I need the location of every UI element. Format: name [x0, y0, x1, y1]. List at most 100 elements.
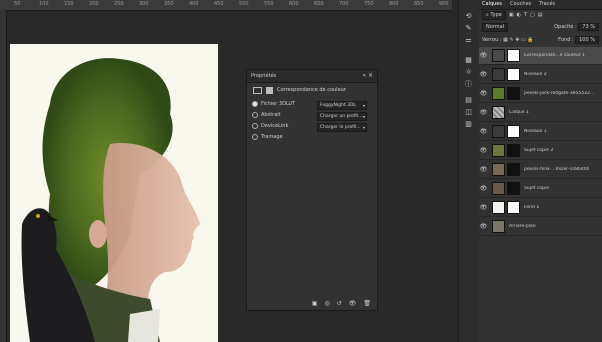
layer-mask-thumb[interactable]	[507, 163, 520, 176]
radio-devicelink[interactable]	[252, 123, 258, 129]
reset-icon[interactable]: ↺	[337, 300, 342, 307]
filter-smart-icon[interactable]: ▤	[538, 12, 543, 18]
radio-dither[interactable]	[252, 134, 258, 140]
info-icon[interactable]: ⓘ	[464, 80, 473, 88]
layer-mask-thumb[interactable]	[507, 182, 520, 195]
tab-layers[interactable]: Calques	[482, 0, 502, 9]
filter-label: Type	[490, 11, 502, 18]
channels-icon[interactable]: ▥	[464, 120, 473, 128]
image-thumb	[492, 220, 505, 233]
layer-mask-thumb[interactable]	[507, 125, 520, 138]
layer-row[interactable]: 👁 Arrière-plan	[479, 218, 602, 236]
view-previous-icon[interactable]: ◎	[324, 300, 329, 307]
layer-mask-thumb[interactable]	[507, 68, 520, 81]
filter-shape-icon[interactable]: ▢	[530, 12, 535, 18]
adjust-icon[interactable]: ⚌	[464, 36, 473, 44]
ruler-tick: 50	[14, 1, 21, 7]
tab-paths[interactable]: Tracés	[539, 0, 555, 9]
sun-icon[interactable]: ☼	[464, 68, 473, 76]
transparent-thumb	[492, 106, 505, 119]
layer-row[interactable]: 👁 Sujet copie 2	[479, 142, 602, 160]
filter-pixel-icon[interactable]: ▣	[509, 12, 514, 18]
layer-row[interactable]: 👁 Sujet copie	[479, 180, 602, 198]
layer-row[interactable]: 👁 Correspondan...e couleur 1	[479, 47, 602, 65]
opacity-input[interactable]: 73 %	[578, 22, 599, 31]
layer-name: Fond 1	[524, 205, 540, 210]
eye-icon[interactable]: 👁	[479, 166, 488, 173]
layer-mask-thumb[interactable]	[507, 144, 520, 157]
swatches-icon[interactable]: ▦	[464, 56, 473, 64]
double-exposure-artwork	[21, 58, 200, 342]
lock-label: Verrou :	[482, 37, 502, 43]
eye-icon[interactable]: 👁	[479, 223, 488, 230]
ruler-tick: 750	[364, 1, 374, 7]
layer-mask-thumb[interactable]	[507, 201, 520, 214]
layer-mask-thumb[interactable]	[507, 87, 520, 100]
eye-icon[interactable]: 👁	[479, 147, 488, 154]
tab-channels[interactable]: Couches	[510, 0, 531, 9]
adjustment-thumb	[492, 49, 505, 62]
option-dither[interactable]: Tramage	[252, 134, 283, 140]
ruler-tick: 250	[114, 1, 124, 7]
eye-icon[interactable]: 👁	[479, 185, 488, 192]
blend-row: Normal Opacité : 73 %	[482, 22, 599, 32]
eye-icon[interactable]: 👁	[479, 90, 488, 97]
layer-mask-thumb[interactable]	[507, 49, 520, 62]
fill-input[interactable]: 100 %	[575, 35, 599, 44]
eye-icon[interactable]: 👁	[479, 109, 488, 116]
adjustment-icon	[253, 86, 262, 94]
ruler-tick: 700	[339, 1, 349, 7]
layer-name: pexels-felix-...mizer-1086400	[524, 167, 590, 172]
lock-icons[interactable]: ▦ ✎ ✥ ▭ 🔒	[503, 37, 533, 43]
filter-type-icon[interactable]: T	[524, 12, 527, 18]
layer-name: Niveaux 2	[524, 72, 547, 77]
filter-select[interactable]: ⌕ Type	[482, 10, 506, 20]
blend-mode-select[interactable]: Normal	[482, 22, 509, 32]
option-label: DeviceLink	[261, 123, 289, 129]
history-icon[interactable]: ⟲	[464, 12, 473, 20]
adjustment-name: Correspondance de couleur	[277, 87, 346, 93]
layer-row[interactable]: 👁 Fond 1	[479, 199, 602, 217]
filter-adjust-icon[interactable]: ◐	[517, 12, 521, 18]
ruler-tick: 800	[389, 1, 399, 7]
layer-row[interactable]: 👁 pexels-jack-redgate-3855522...	[479, 85, 602, 103]
layer-row[interactable]: 👁 Calque 1	[479, 104, 602, 122]
option-3dlut[interactable]: Fichier 3DLUT	[252, 101, 295, 107]
ruler-tick: 550	[264, 1, 274, 7]
layers-panel: Calques Couches Tracés ⌕ Type ▣ ◐ T ▢ ▤ …	[479, 0, 602, 342]
eye-icon[interactable]: 👁	[479, 52, 488, 59]
option-label: Abstrait	[261, 112, 281, 118]
ruler-tick: 100	[39, 1, 49, 7]
properties-icon[interactable]: ▤	[464, 96, 473, 104]
layer-name: Niveaux 1	[524, 129, 547, 134]
properties-footer: ▣ ◎ ↺ 👁 🗑	[247, 296, 377, 310]
layer-row[interactable]: 👁 Niveaux 2	[479, 66, 602, 84]
ruler-tick: 200	[89, 1, 99, 7]
dropdown-3dlut[interactable]: FoggyNight.3DL	[317, 101, 367, 110]
ruler-tick: 600	[289, 1, 299, 7]
dropdown-devicelink[interactable]: Charger le profil...	[317, 123, 367, 132]
close-icon[interactable]: ×	[368, 72, 373, 79]
collapse-icon[interactable]: «	[362, 72, 366, 79]
levels-thumb	[492, 68, 505, 81]
option-abstract[interactable]: Abstrait	[252, 112, 281, 118]
visibility-icon[interactable]: 👁	[349, 300, 357, 307]
trash-icon[interactable]: 🗑	[363, 300, 371, 307]
layer-row[interactable]: 👁 Niveaux 1	[479, 123, 602, 141]
lock-row: Verrou : ▦ ✎ ✥ ▭ 🔒 Fond : 100 %	[482, 35, 599, 44]
option-devicelink[interactable]: DeviceLink	[252, 123, 288, 129]
eye-icon[interactable]: 👁	[479, 204, 488, 211]
vertical-ruler	[0, 10, 7, 342]
brush-icon[interactable]: ✎	[464, 24, 473, 32]
eye-icon[interactable]: 👁	[479, 128, 488, 135]
radio-abstract[interactable]	[252, 112, 258, 118]
mask-icon[interactable]	[266, 86, 273, 94]
clip-to-layer-icon[interactable]: ▣	[312, 300, 318, 307]
layer-row[interactable]: 👁 pexels-felix-...mizer-1086400	[479, 161, 602, 179]
radio-3dlut[interactable]	[252, 101, 258, 107]
dropdown-abstract[interactable]: Charger un profil...	[317, 112, 367, 121]
ruler-tick: 650	[314, 1, 324, 7]
document-canvas[interactable]	[10, 44, 218, 342]
eye-icon[interactable]: 👁	[479, 71, 488, 78]
layers-icon[interactable]: ◫	[464, 108, 473, 116]
